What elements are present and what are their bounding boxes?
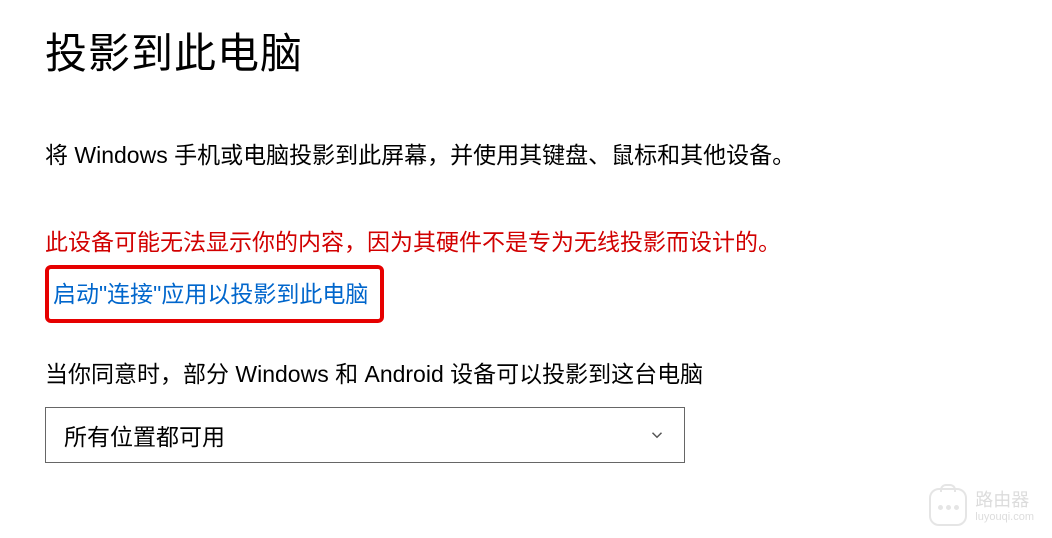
watermark-label: 路由器 — [975, 491, 1034, 511]
router-icon — [929, 488, 967, 526]
dropdown-selected-value: 所有位置都可用 — [64, 418, 225, 452]
watermark-url: luyouqi.com — [975, 511, 1034, 523]
watermark: 路由器 luyouqi.com — [929, 488, 1034, 526]
availability-dropdown[interactable]: 所有位置都可用 — [45, 407, 685, 463]
page-title: 投影到此电脑 — [45, 20, 1007, 81]
chevron-down-icon — [648, 426, 666, 444]
launch-connect-link[interactable]: 启动"连接"应用以投影到此电脑 — [53, 281, 368, 307]
description-text: 将 Windows 手机或电脑投影到此屏幕，并使用其键盘、鼠标和其他设备。 — [45, 136, 945, 175]
highlight-box: 启动"连接"应用以投影到此电脑 — [45, 265, 384, 323]
dropdown-label: 当你同意时，部分 Windows 和 Android 设备可以投影到这台电脑 — [45, 355, 1007, 389]
warning-text: 此设备可能无法显示你的内容，因为其硬件不是专为无线投影而设计的。 — [45, 223, 1007, 257]
